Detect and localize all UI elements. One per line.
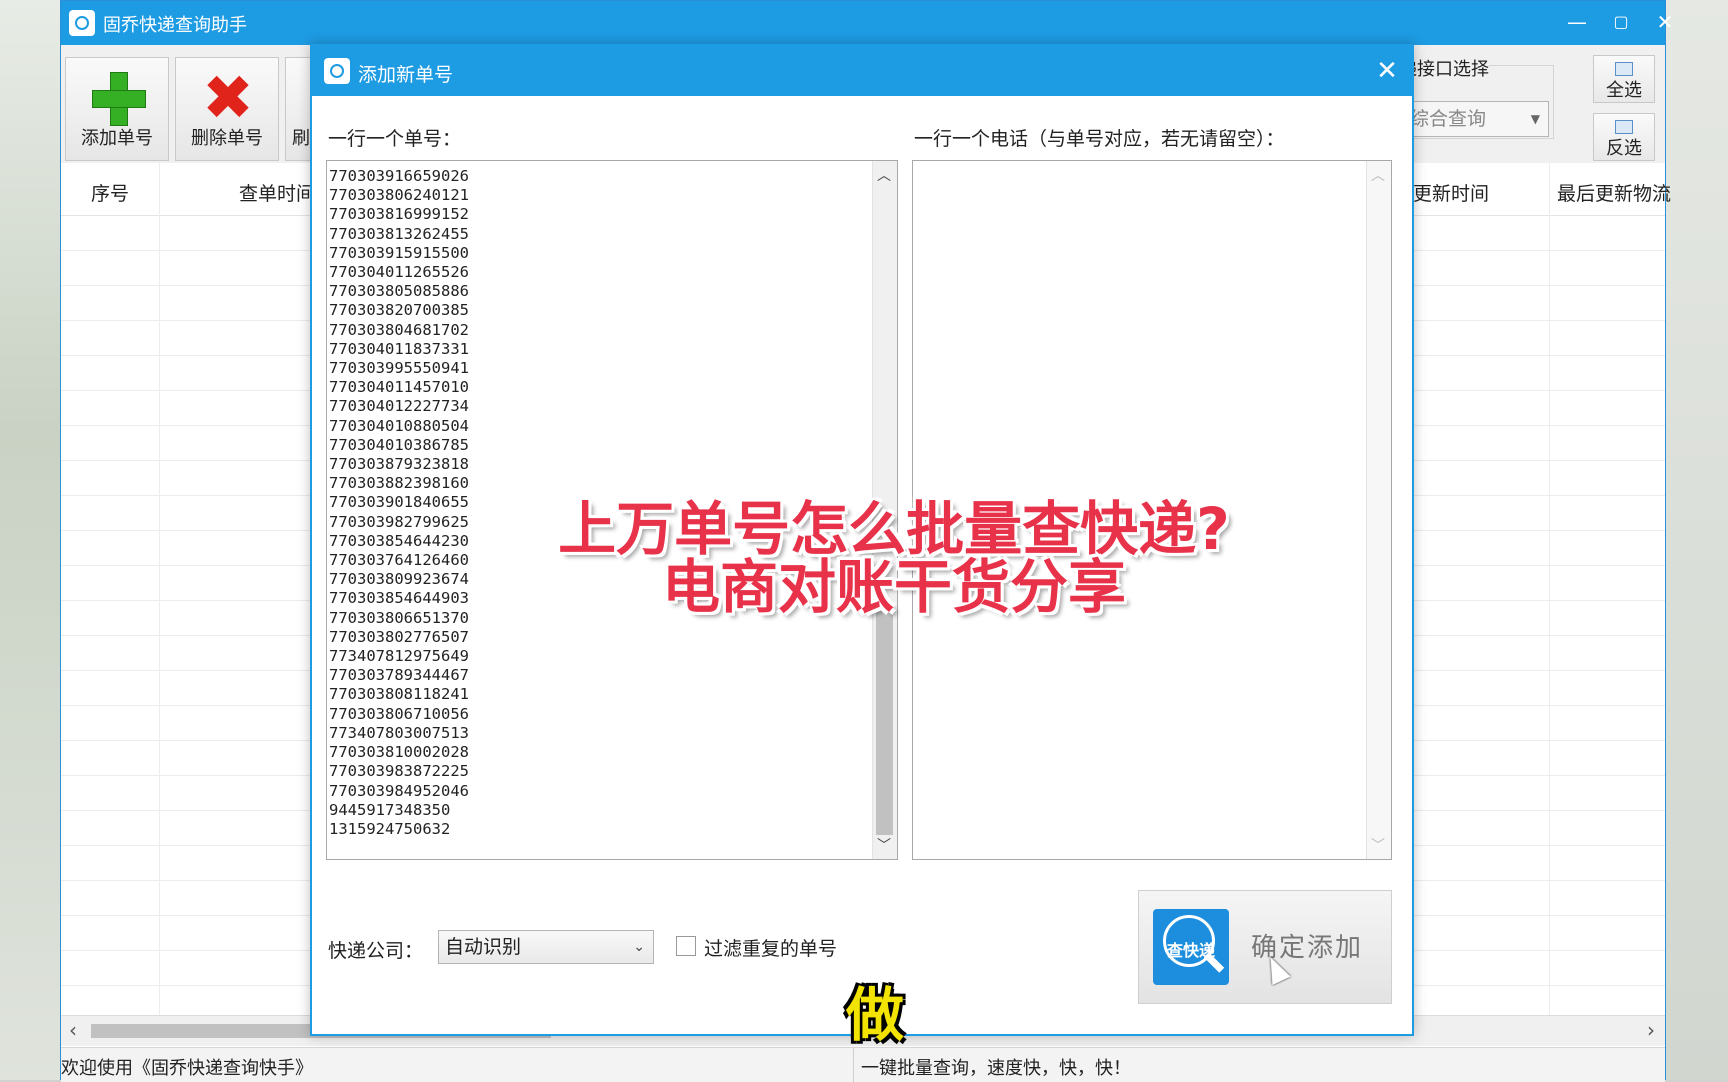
main-window-title: 固乔快递查询助手 <box>103 15 247 36</box>
query-express-logo-icon: 查快递 <box>1153 909 1229 985</box>
tracking-number-line: 773407803007513 <box>329 723 469 742</box>
column-header-update-time[interactable]: 更新时间 <box>1413 179 1489 206</box>
tracking-number-line: 770304010880504 <box>329 416 469 435</box>
invert-label: 反选 <box>1606 138 1642 159</box>
video-subtitle: 做 <box>846 981 905 1049</box>
main-titlebar: 固乔快递查询助手 — ▢ ✕ <box>61 1 1673 45</box>
scroll-left-icon[interactable]: ‹ <box>69 1018 77 1042</box>
dialog-search-icon <box>324 58 350 84</box>
column-header-index[interactable]: 序号 <box>91 179 129 206</box>
maximize-button[interactable]: ▢ <box>1601 7 1641 37</box>
tracking-number-line: 770304011837331 <box>329 339 469 358</box>
delete-number-label: 删除单号 <box>191 128 263 149</box>
scroll-up-icon[interactable]: ︿ <box>1371 165 1385 185</box>
chevron-down-icon: ▼ <box>1530 112 1540 126</box>
column-header-last-logistics[interactable]: 最后更新物流 <box>1557 179 1671 206</box>
courier-company-value: 自动识别 <box>445 936 522 958</box>
status-slogan: 一键批量查询，速度快，快，快！ <box>861 1058 1131 1079</box>
column-header-query-time[interactable]: 查单时间 <box>239 179 315 206</box>
tracking-number-line: 9445917348350 <box>329 800 451 819</box>
scroll-up-icon[interactable]: ︿ <box>877 165 891 185</box>
dialog-title: 添加新单号 <box>358 64 454 86</box>
tracking-number-line: 770303816999152 <box>329 205 469 224</box>
courier-company-select[interactable]: 自动识别 ⌄ <box>438 930 654 964</box>
tracking-number-line: 770303806710056 <box>329 704 469 723</box>
api-interface-select[interactable]: 综合查询 ▼ <box>1399 101 1549 137</box>
tracking-number-line: 770303804681702 <box>329 320 469 339</box>
minimize-button[interactable]: — <box>1557 7 1597 37</box>
scroll-down-icon[interactable]: ﹀ <box>1371 835 1385 855</box>
delete-x-icon: ✖ <box>202 61 254 134</box>
chevron-down-icon: ⌄ <box>633 939 645 955</box>
tracking-number-line: 770303984952046 <box>329 781 469 800</box>
tracking-number-line: 773407812975649 <box>329 647 469 666</box>
tracking-number-line: 770303879323818 <box>329 455 469 474</box>
add-number-label: 添加单号 <box>81 128 153 149</box>
dialog-titlebar: 添加新单号 ✕ <box>312 46 1412 96</box>
close-button[interactable]: ✕ <box>1645 7 1685 37</box>
scroll-down-icon[interactable]: ﹀ <box>877 835 891 855</box>
tracking-number-line: 770304010386785 <box>329 435 469 454</box>
confirm-add-button[interactable]: 查快递 确定添加 <box>1138 890 1392 1004</box>
tracking-number-line: 770304011265526 <box>329 263 469 282</box>
textarea-scroll-thumb[interactable] <box>876 605 893 835</box>
tracking-number-line: 770303805085886 <box>329 282 469 301</box>
video-caption-line2: 电商对账干货分享 <box>661 553 1126 621</box>
api-select-value: 综合查询 <box>1410 108 1487 130</box>
tracking-number-line: 1315924750632 <box>329 819 451 838</box>
tracking-number-line: 770303995550941 <box>329 359 469 378</box>
scroll-right-icon[interactable]: › <box>1647 1018 1655 1042</box>
status-bar: 欢迎使用《固乔快递查询快手》 一键批量查询，速度快，快，快！ <box>61 1047 1665 1082</box>
refresh-label-partial: 刷 <box>292 128 310 149</box>
tracking-number-line: 770303806240121 <box>329 186 469 205</box>
status-divider <box>853 1048 854 1082</box>
add-number-button[interactable]: 添加单号 <box>65 57 169 161</box>
tracking-number-line: 770303810002028 <box>329 743 469 762</box>
tracking-number-line: 770303813262455 <box>329 224 469 243</box>
courier-company-label: 快递公司： <box>328 940 424 962</box>
delete-number-button[interactable]: ✖ 删除单号 <box>175 57 279 161</box>
tracking-number-line: 770303808118241 <box>329 685 469 704</box>
select-all-label: 全选 <box>1606 80 1642 101</box>
tracking-numbers-label: 一行一个单号： <box>328 128 462 150</box>
status-welcome: 欢迎使用《固乔快递查询快手》 <box>61 1058 313 1079</box>
select-all-button[interactable]: 全选 <box>1593 55 1655 103</box>
dialog-close-button[interactable]: ✕ <box>1372 54 1402 88</box>
app-search-icon <box>69 10 95 36</box>
tracking-number-line: 770303915915500 <box>329 243 469 262</box>
logo-text: 查快递 <box>1166 941 1215 960</box>
tracking-number-line: 770304012227734 <box>329 397 469 416</box>
tracking-number-line: 770304011457010 <box>329 378 469 397</box>
invert-icon <box>1615 120 1633 134</box>
tracking-number-line: 770303789344467 <box>329 666 469 685</box>
tracking-number-line: 770303916659026 <box>329 167 469 185</box>
phones-label: 一行一个电话（与单号对应，若无请留空）： <box>914 128 1285 150</box>
filter-duplicates-label[interactable]: 过滤重复的单号 <box>704 934 837 961</box>
select-all-icon <box>1615 62 1633 76</box>
plus-icon <box>92 72 146 126</box>
tracking-number-line: 770303802776507 <box>329 627 469 646</box>
invert-selection-button[interactable]: 反选 <box>1593 113 1655 161</box>
tracking-number-line: 770303820700385 <box>329 301 469 320</box>
filter-duplicates-checkbox[interactable] <box>676 936 696 956</box>
tracking-number-line: 770303983872225 <box>329 762 469 781</box>
